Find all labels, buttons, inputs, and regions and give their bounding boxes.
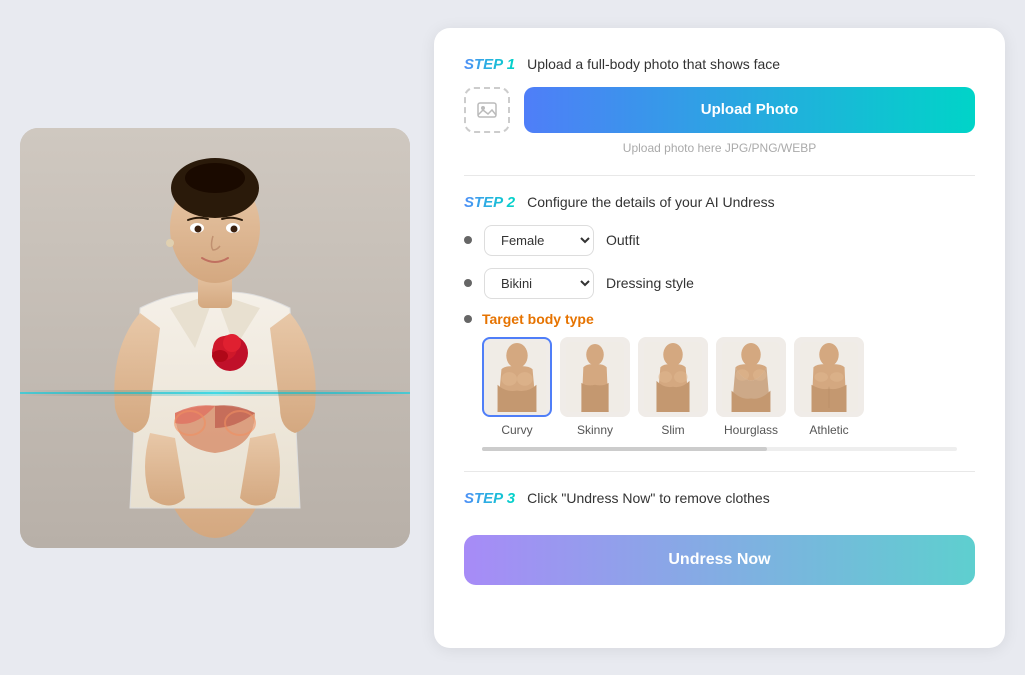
photo-preview (20, 128, 410, 548)
body-type-skinny-label: Skinny (577, 423, 613, 437)
step3-header: STEP 3 Click "Undress Now" to remove clo… (464, 490, 975, 507)
hourglass-figure (721, 342, 781, 412)
divider-2 (464, 471, 975, 472)
step3-label: STEP 3 (464, 490, 515, 507)
body-type-skinny[interactable]: Skinny (560, 337, 630, 437)
upload-photo-button[interactable]: Upload Photo (524, 87, 975, 133)
person-illustration (20, 128, 410, 548)
image-icon (476, 99, 498, 121)
body-type-slim[interactable]: Slim (638, 337, 708, 437)
bullet-body (464, 315, 472, 323)
bullet-outfit (464, 236, 472, 244)
upload-hint: Upload photo here JPG/PNG/WEBP (464, 141, 975, 155)
dressing-style-select[interactable]: Bikini Lingerie Nude (484, 268, 594, 299)
curvy-figure (487, 342, 547, 412)
body-type-hourglass[interactable]: Hourglass (716, 337, 786, 437)
athletic-figure (799, 342, 859, 412)
body-type-curvy-img (482, 337, 552, 417)
config-panel: STEP 1 Upload a full-body photo that sho… (434, 28, 1005, 648)
step1-section: STEP 1 Upload a full-body photo that sho… (464, 56, 975, 155)
step1-label: STEP 1 (464, 56, 515, 73)
upload-area: Upload Photo (464, 87, 975, 133)
divider-1 (464, 175, 975, 176)
dressing-style-label: Dressing style (606, 275, 694, 291)
body-type-skinny-img (560, 337, 630, 417)
photo-panel (20, 128, 410, 548)
outfit-row: Female Male Outfit (464, 225, 975, 256)
step2-header: STEP 2 Configure the details of your AI … (464, 194, 975, 211)
body-type-slim-img (638, 337, 708, 417)
step3-description: Click "Undress Now" to remove clothes (527, 490, 770, 506)
body-type-hourglass-img (716, 337, 786, 417)
skinny-figure (565, 342, 625, 412)
body-type-athletic-label: Athletic (809, 423, 848, 437)
main-container: STEP 1 Upload a full-body photo that sho… (0, 0, 1025, 675)
step3-section: STEP 3 Click "Undress Now" to remove clo… (464, 490, 975, 585)
step2-label: STEP 2 (464, 194, 515, 211)
body-type-slim-label: Slim (661, 423, 684, 437)
body-type-athletic-img (794, 337, 864, 417)
bullet-style (464, 279, 472, 287)
outfit-select[interactable]: Female Male (484, 225, 594, 256)
undress-now-button[interactable]: Undress Now (464, 535, 975, 585)
step2-section: STEP 2 Configure the details of your AI … (464, 194, 975, 451)
step2-description: Configure the details of your AI Undress (527, 194, 774, 210)
dressing-style-row: Bikini Lingerie Nude Dressing style (464, 268, 975, 299)
body-type-hourglass-label: Hourglass (724, 423, 778, 437)
body-type-curvy[interactable]: Curvy (482, 337, 552, 437)
step1-header: STEP 1 Upload a full-body photo that sho… (464, 56, 975, 73)
body-types-grid: Curvy Skinny (482, 337, 975, 437)
body-type-text: Target body type (482, 311, 594, 327)
body-type-curvy-label: Curvy (501, 423, 532, 437)
scroll-indicator (482, 447, 957, 451)
slim-figure (643, 342, 703, 412)
upload-icon-box (464, 87, 510, 133)
outfit-label: Outfit (606, 232, 639, 248)
body-type-label-row: Target body type (464, 311, 975, 327)
scroll-thumb (482, 447, 767, 451)
step1-description: Upload a full-body photo that shows face (527, 56, 780, 72)
body-type-athletic[interactable]: Athletic (794, 337, 864, 437)
